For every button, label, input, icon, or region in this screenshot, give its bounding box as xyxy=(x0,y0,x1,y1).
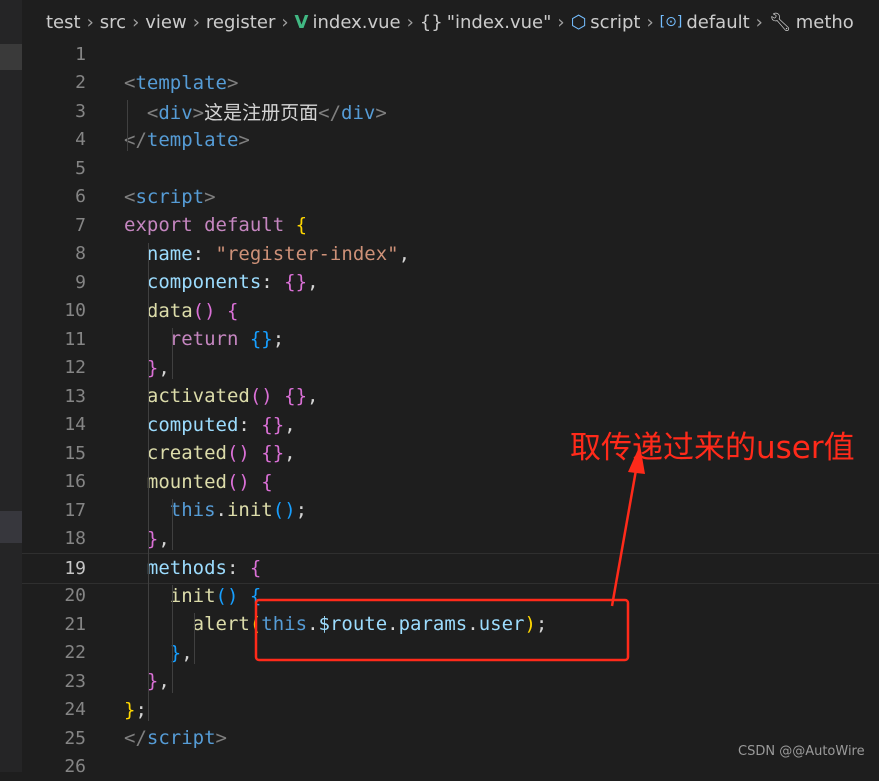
highlight-box xyxy=(256,600,628,660)
watermark: CSDN @@AutoWire xyxy=(738,744,865,759)
arrow-line xyxy=(612,470,636,606)
annotation-overlay xyxy=(0,0,879,772)
arrow-head xyxy=(628,445,645,474)
